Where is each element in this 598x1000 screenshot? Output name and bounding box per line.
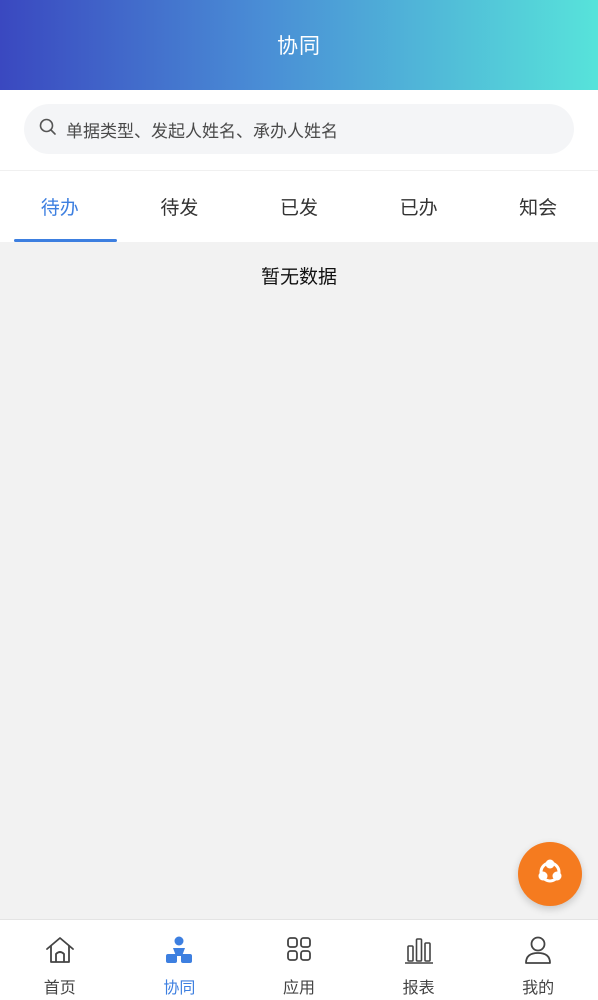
app-screen: 协同 单据类型、发起人姓名、承办人姓名 待办 待发 已发 已办 知会 暂无数据 … [0, 0, 598, 1000]
search-icon [38, 117, 66, 141]
nav-item-collaboration[interactable]: 协同 [120, 920, 240, 1000]
search-placeholder: 单据类型、发起人姓名、承办人姓名 [66, 121, 338, 142]
nav-label: 我的 [522, 978, 555, 997]
share-icon [533, 855, 567, 893]
nav-item-reports[interactable]: 报表 [359, 920, 479, 1000]
page-title: 协同 [277, 34, 321, 58]
tab-label: 已办 [399, 197, 438, 219]
search-area: 单据类型、发起人姓名、承办人姓名 [0, 90, 598, 170]
header-bar: 协同 [0, 0, 598, 90]
tab-to-send[interactable]: 待发 [120, 171, 240, 242]
nav-item-apps[interactable]: 应用 [239, 920, 359, 1000]
nav-label: 首页 [43, 978, 76, 997]
nav-item-home[interactable]: 首页 [0, 920, 120, 1000]
search-input[interactable]: 单据类型、发起人姓名、承办人姓名 [24, 104, 574, 154]
tab-bar: 待办 待发 已发 已办 知会 [0, 170, 598, 242]
bar-chart-icon [402, 934, 436, 970]
tab-sent[interactable]: 已发 [239, 171, 359, 242]
nav-item-profile[interactable]: 我的 [478, 920, 598, 1000]
tab-label: 已发 [279, 197, 318, 219]
floating-action-button[interactable] [518, 842, 582, 906]
collaboration-icon [162, 934, 196, 970]
tab-label: 待办 [40, 197, 79, 219]
content-area: 暂无数据 [0, 242, 598, 919]
tab-todo[interactable]: 待办 [0, 171, 120, 242]
tab-done[interactable]: 已办 [359, 171, 479, 242]
nav-label: 应用 [282, 978, 315, 997]
tab-label: 知会 [519, 197, 558, 219]
user-icon [521, 934, 555, 970]
bottom-navigation: 首页 协同 应用 报表 我的 [0, 919, 598, 1000]
nav-label: 协同 [163, 978, 196, 997]
apps-grid-icon [282, 934, 316, 970]
home-icon [43, 934, 77, 970]
nav-label: 报表 [402, 978, 435, 997]
tab-label: 待发 [160, 197, 199, 219]
empty-state-text: 暂无数据 [260, 266, 337, 288]
tab-notify[interactable]: 知会 [478, 171, 598, 242]
